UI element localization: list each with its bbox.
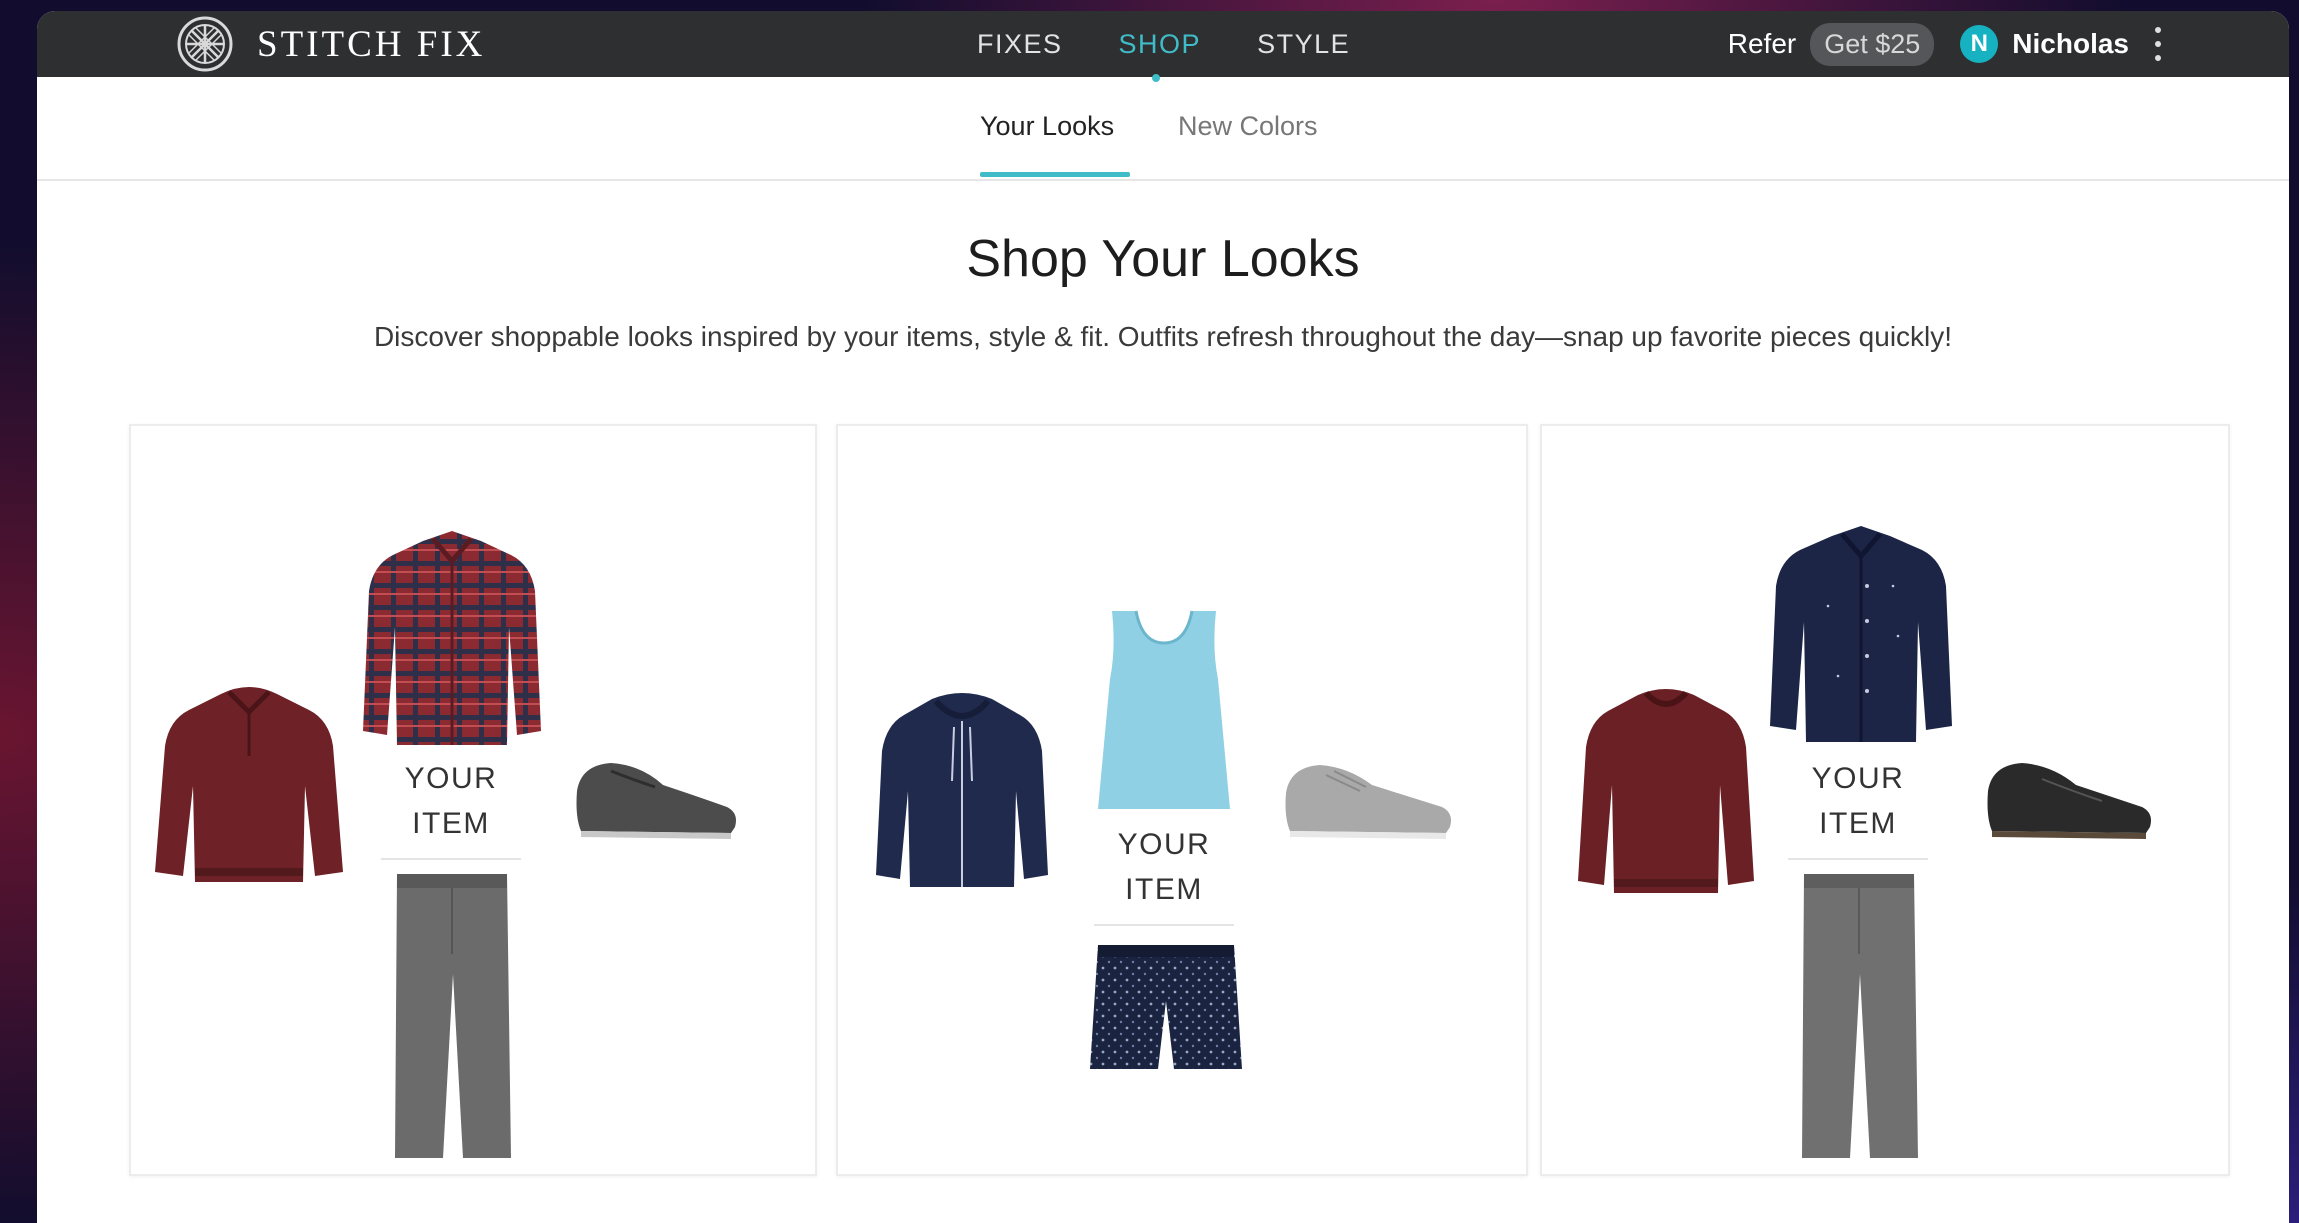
burgundy-sweater-icon[interactable]: [1576, 681, 1756, 901]
top-navigation-bar: STITCH FIX FIXES SHOP STYLE Refer Get $2…: [37, 11, 2289, 82]
light-gray-sneaker-icon[interactable]: [1280, 751, 1458, 841]
gray-pants-icon[interactable]: [1794, 874, 1924, 1164]
brand-name: STITCH FIX: [257, 23, 486, 65]
look-card-2[interactable]: YOUR ITEM: [836, 424, 1528, 1176]
your-item-label-3: YOUR ITEM: [1811, 762, 1905, 840]
tab-new-colors[interactable]: New Colors: [1178, 111, 1318, 142]
active-tab-indicator: [980, 172, 1130, 177]
nav-style[interactable]: STYLE: [1257, 29, 1350, 60]
refer-label[interactable]: Refer: [1728, 28, 1796, 60]
page-title: Shop Your Looks: [966, 230, 1360, 288]
look-card-3[interactable]: YOUR ITEM: [1540, 424, 2230, 1176]
stitch-fix-logo-icon: [177, 16, 233, 72]
gray-pants-icon[interactable]: [387, 874, 517, 1164]
navy-print-shorts-icon[interactable]: [1088, 941, 1244, 1073]
burgundy-quarter-zip-sweater-icon[interactable]: [151, 676, 347, 896]
refer-badge-button[interactable]: Get $25: [1810, 22, 1935, 66]
your-item-divider-1: [381, 858, 521, 860]
your-item-label-1: YOUR ITEM: [404, 762, 498, 840]
tab-your-looks[interactable]: Your Looks: [980, 111, 1114, 142]
account-area: Refer Get $25 N Nicholas: [1728, 11, 2161, 77]
your-item-divider-3: [1788, 858, 1928, 860]
look-card-1[interactable]: YOUR ITEM: [129, 424, 817, 1176]
main-nav: FIXES SHOP STYLE: [977, 11, 1406, 82]
page-description: Discover shoppable looks inspired by you…: [373, 321, 1953, 352]
light-blue-tank-top-icon[interactable]: [1094, 609, 1234, 813]
dark-gray-shoe-icon[interactable]: [571, 751, 741, 841]
nav-shop[interactable]: SHOP: [1119, 29, 1202, 82]
navy-zip-hoodie-icon[interactable]: [874, 691, 1050, 891]
black-dress-shoe-icon[interactable]: [1982, 751, 2158, 841]
avatar[interactable]: N: [1960, 25, 1999, 63]
kebab-menu-icon[interactable]: [2155, 27, 2161, 61]
your-item-divider-2: [1094, 924, 1234, 926]
brand-logo[interactable]: STITCH FIX: [177, 11, 485, 77]
your-item-label-2: YOUR ITEM: [1117, 828, 1211, 906]
navy-button-shirt-icon[interactable]: [1768, 526, 1954, 748]
nav-fixes[interactable]: FIXES: [977, 29, 1063, 60]
browser-window: STITCH FIX FIXES SHOP STYLE Refer Get $2…: [37, 11, 2289, 1223]
red-plaid-shirt-icon[interactable]: [361, 531, 543, 751]
username[interactable]: Nicholas: [2012, 28, 2129, 60]
sub-navigation: Your Looks New Colors: [37, 77, 2289, 181]
